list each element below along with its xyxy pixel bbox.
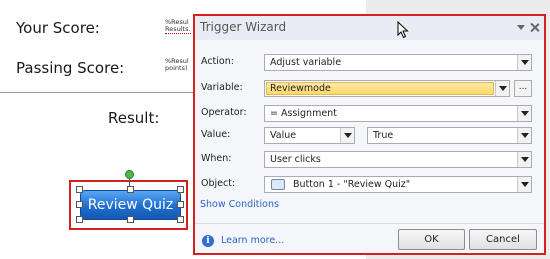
close-icon[interactable] [529, 22, 540, 33]
chevron-down-icon [517, 152, 531, 167]
value-value: True [373, 130, 394, 141]
rotation-handle[interactable] [125, 170, 134, 179]
value-type-select[interactable]: Value [264, 127, 355, 144]
chevron-down-icon [517, 128, 531, 143]
when-value: User clicks [270, 154, 321, 165]
trigger-wizard-dialog: Trigger Wizard Action: Adjust variable V… [193, 14, 546, 255]
object-value: Button 1 - "Review Quiz" [293, 179, 411, 190]
button-object-icon [271, 179, 285, 190]
operator-value: = Assignment [270, 108, 337, 119]
passing-score-variable-line-2: points) [165, 64, 188, 72]
resize-handle-left[interactable] [76, 201, 83, 208]
chevron-down-icon [340, 128, 354, 143]
your-score-variable[interactable]: %Resul Results. [165, 19, 191, 34]
show-conditions-link[interactable]: Show Conditions [200, 199, 279, 210]
action-label: Action: [201, 56, 234, 67]
value-type: Value [270, 130, 297, 141]
learn-more-link[interactable]: Learn more... [221, 235, 284, 246]
variable-select[interactable]: Reviewmode [264, 80, 510, 97]
chevron-down-icon [495, 81, 509, 96]
rotation-handle-stem [129, 178, 130, 186]
info-icon: i [202, 235, 214, 247]
resize-handle-bottom-left[interactable] [76, 216, 83, 223]
ok-button[interactable]: OK [398, 229, 465, 250]
dialog-title: Trigger Wizard [200, 20, 287, 34]
resize-handle-top[interactable] [127, 186, 134, 193]
value-select[interactable]: True [367, 127, 532, 144]
operator-select[interactable]: = Assignment [264, 105, 532, 122]
object-label: Object: [201, 178, 236, 189]
object-select[interactable]: Button 1 - "Review Quiz" [264, 176, 532, 193]
resize-handle-bottom-right[interactable] [177, 216, 184, 223]
operator-label: Operator: [201, 107, 247, 118]
action-value: Adjust variable [270, 57, 342, 68]
your-score-variable-line-2: Results. [165, 25, 191, 34]
variable-browse-button[interactable]: ... [514, 80, 532, 97]
when-select[interactable]: User clicks [264, 151, 532, 168]
chevron-down-icon [517, 55, 531, 70]
your-score-label: Your Score: [16, 19, 100, 37]
mouse-pointer-icon [397, 21, 409, 39]
chevron-down-icon [517, 106, 531, 121]
slide-canvas: Your Score: %Resul Results. Passing Scor… [0, 0, 550, 259]
resize-handle-bottom[interactable] [127, 216, 134, 223]
when-label: When: [201, 153, 232, 164]
variable-label: Variable: [201, 82, 243, 93]
footer-divider [195, 223, 544, 224]
result-label: Result: [108, 109, 160, 127]
chevron-down-icon [517, 177, 531, 192]
action-select[interactable]: Adjust variable [264, 54, 532, 71]
passing-score-variable[interactable]: %Resul points) [165, 58, 189, 72]
cancel-button[interactable]: Cancel [469, 229, 537, 250]
passing-score-label: Passing Score: [16, 59, 125, 77]
chevron-down-icon[interactable] [515, 22, 526, 33]
resize-handle-top-right[interactable] [177, 186, 184, 193]
resize-handle-right[interactable] [177, 201, 184, 208]
divider-line [0, 92, 196, 93]
value-label: Value: [201, 129, 231, 140]
dialog-titlebar[interactable]: Trigger Wizard [195, 16, 544, 40]
variable-value: Reviewmode [270, 83, 331, 94]
resize-handle-top-left[interactable] [76, 186, 83, 193]
